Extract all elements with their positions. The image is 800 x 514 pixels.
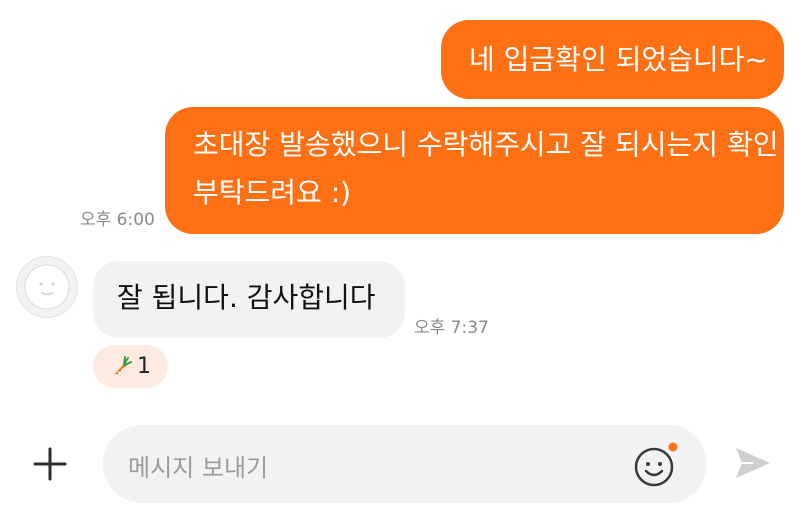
- reaction-count: 1: [137, 354, 151, 379]
- avatar[interactable]: [16, 256, 78, 318]
- message-text-line: 부탁드려요 :): [193, 176, 352, 209]
- message-text-line: 초대장 발송했으니 수락해주시고 잘 되시는지 확인: [193, 128, 779, 161]
- carrot-icon: [113, 355, 132, 376]
- reaction-badge[interactable]: 1: [93, 345, 168, 388]
- send-button[interactable]: [732, 442, 774, 484]
- outgoing-message-bubble[interactable]: 네 입금확인 되었습니다~: [441, 20, 784, 99]
- message-timestamp: 오후 7:37: [414, 318, 489, 338]
- emoji-button[interactable]: [633, 442, 679, 488]
- message-text: 네 입금확인 되었습니다~: [469, 43, 768, 76]
- send-icon: [736, 448, 770, 478]
- smiley-icon: [634, 442, 678, 487]
- notification-dot: [668, 442, 678, 452]
- outgoing-message-bubble[interactable]: 초대장 발송했으니 수락해주시고 잘 되시는지 확인 부탁드려요 :): [165, 107, 784, 234]
- default-avatar-icon: [24, 264, 70, 310]
- plus-icon: [33, 447, 67, 481]
- message-input[interactable]: 메시지 보내기: [103, 425, 707, 503]
- message-text: 잘 됩니다. 감사합니다: [117, 281, 376, 314]
- add-attachment-button[interactable]: [30, 444, 70, 484]
- message-timestamp: 오후 6:00: [80, 210, 155, 230]
- incoming-message-bubble[interactable]: 잘 됩니다. 감사합니다: [93, 261, 405, 338]
- message-input-placeholder: 메시지 보내기: [128, 454, 269, 482]
